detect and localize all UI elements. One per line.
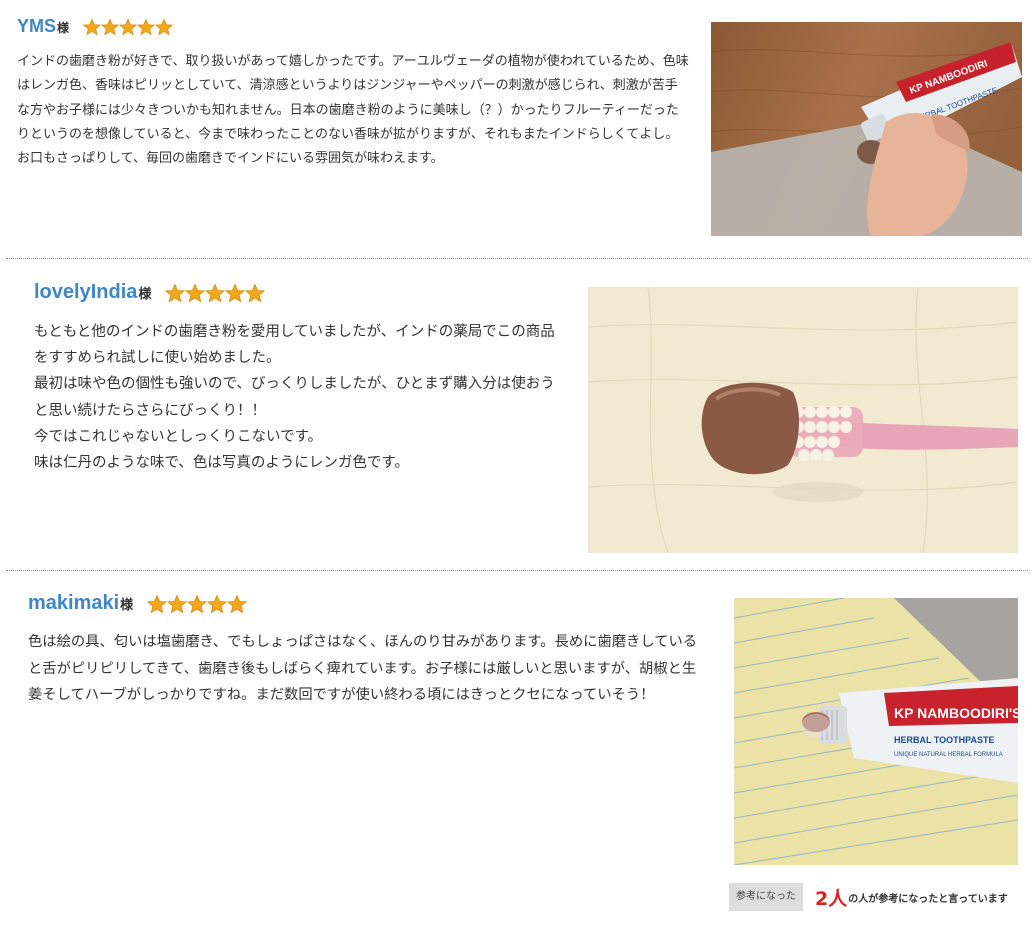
review-photo <box>588 287 1018 553</box>
star-icon <box>205 282 226 303</box>
star-icon <box>155 17 174 36</box>
review-text: もともと他のインドの歯磨き粉を愛用していましたが、インドの薬局でこの商品をすすめ… <box>34 324 555 472</box>
reviewer-line: YMS 様 <box>17 16 174 37</box>
reviewer-honorific: 様 <box>138 287 152 302</box>
reviewer-honorific: 様 <box>120 598 134 613</box>
reviewer-name: makimaki <box>28 592 120 614</box>
helpful-section: 参考になった 2人 の人が参考になったと言っています <box>729 883 1008 911</box>
helpful-count: 2人 <box>815 887 848 910</box>
reviewer-line: lovelyIndia 様 <box>34 281 266 304</box>
review-text: インドの歯磨き粉が好きで、取り扱いがあって嬉しかったです。アーユルヴェーダの植物… <box>17 54 689 167</box>
reviewer-honorific: 様 <box>57 21 70 35</box>
helpful-button[interactable]: 参考になった <box>729 883 803 911</box>
photo-brand-text: KP NAMBOODIRI'S <box>894 705 1018 721</box>
star-icon <box>147 593 168 614</box>
star-icon <box>225 282 246 303</box>
star-icon <box>245 282 266 303</box>
star-icon <box>227 593 248 614</box>
review-text: 色は絵の具、匂いは塩歯磨き、でもしょっぱさはなく、ほんのり甘みがあります。長めに… <box>28 634 698 704</box>
reviewer-name: lovelyIndia <box>34 281 138 303</box>
star-icon <box>137 17 156 36</box>
review-makimaki: makimaki 様 色は絵の具、匂いは塩歯磨き、でもしょっぱさはなく、ほんのり… <box>0 571 1034 934</box>
star-rating <box>165 282 266 303</box>
star-icon <box>83 17 102 36</box>
star-rating <box>147 593 248 614</box>
review-photo: KP NAMBOODIRI'S HERBAL TOOTHPASTE UNIQUE… <box>734 598 1018 865</box>
review-yms: YMS 様 インドの歯磨き粉が好きで、取り扱いがあって嬉しかったです。アーユルヴ… <box>0 0 1034 258</box>
star-rating <box>83 17 174 36</box>
star-icon <box>185 282 206 303</box>
star-icon <box>187 593 208 614</box>
review-photo: KP NAMBOODIRI HERBAL TOOTHPASTE <box>711 22 1022 236</box>
reviewer-name: YMS <box>17 16 57 36</box>
helpful-text: の人が参考になったと言っています <box>848 893 1008 905</box>
reviewer-line: makimaki 様 <box>28 592 248 615</box>
star-icon <box>167 593 188 614</box>
star-icon <box>165 282 186 303</box>
photo-sub-text: HERBAL TOOTHPASTE <box>894 735 995 745</box>
photo-tag-text: UNIQUE NATURAL HERBAL FORMULA <box>894 752 1003 758</box>
review-lovelyindia: lovelyIndia 様 もともと他のインドの歯磨き粉を愛用していましたが、イ… <box>0 259 1034 570</box>
star-icon <box>101 17 120 36</box>
star-icon <box>207 593 228 614</box>
star-icon <box>119 17 138 36</box>
